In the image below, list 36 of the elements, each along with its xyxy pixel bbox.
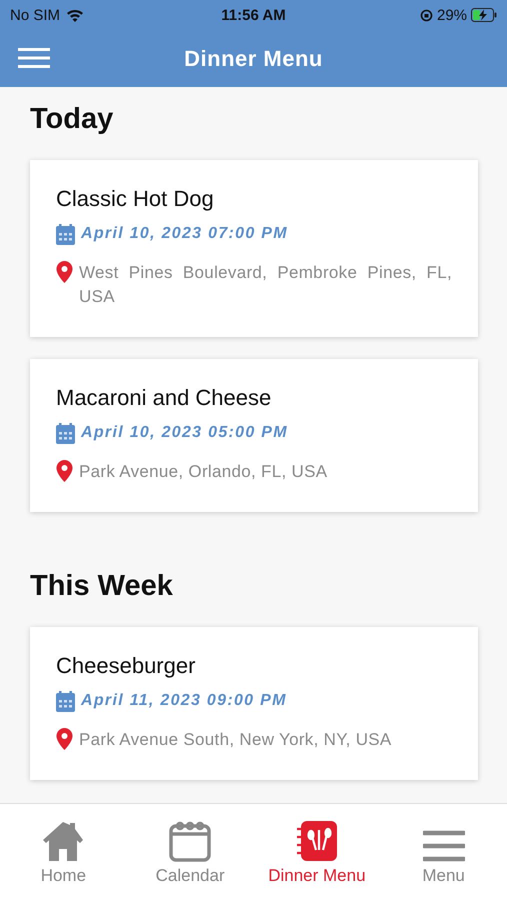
meal-card[interactable]: Macaroni and Cheese April 10, 2023 05:00 PM Park Avenue, Orlando, FL, USA (30, 359, 478, 512)
menu-icon (422, 830, 465, 862)
calendar-icon (56, 691, 75, 712)
meal-card[interactable]: Cheeseburger April 11, 2023 09:00 PM Park Avenue South, New York, NY, USA (30, 627, 478, 780)
meal-datetime: April 10, 2023 05:00 PM (81, 423, 288, 443)
page-title: Dinner Menu (184, 46, 323, 72)
meal-location: Park Avenue, Orlando, FL, USA (79, 461, 328, 483)
tab-button[interactable]: Home (0, 820, 126, 886)
meal-name: Macaroni and Cheese (56, 385, 272, 411)
wifi-icon (66, 8, 84, 22)
menu-icon[interactable] (18, 48, 50, 68)
section-heading: Today (30, 103, 114, 136)
meal-name: Cheeseburger (56, 653, 196, 679)
calendar-icon (169, 820, 212, 862)
location-pin-icon (56, 460, 73, 482)
location-pin-icon (56, 728, 73, 750)
clock-time: 11:56 AM (221, 6, 286, 24)
location-pin-icon (56, 261, 73, 283)
meal-name: Classic Hot Dog (56, 186, 215, 212)
carrier-label: No SIM (10, 6, 60, 24)
battery-charging-icon (471, 8, 498, 22)
section-heading: This Week (30, 570, 174, 603)
calendar-icon (56, 423, 75, 444)
meal-card[interactable]: Classic Hot Dog April 10, 2023 07:00 PM West Pines Boulevard, Pembroke Pines, FL, USA (30, 160, 478, 337)
calendar-icon (56, 224, 75, 245)
orientation-lock-icon (420, 8, 433, 22)
tab-button[interactable]: Calendar (127, 820, 254, 886)
home-icon (41, 820, 86, 862)
meal-location: West Pines Boulevard, Pembroke Pines, FL, USA (79, 262, 452, 308)
meal-location: Park Avenue South, New York, NY, USA (79, 729, 393, 751)
battery-percent: 29% (436, 6, 468, 24)
meal-datetime: April 10, 2023 07:00 PM (81, 224, 288, 244)
meal-datetime: April 11, 2023 09:00 PM (81, 691, 287, 711)
tab-button[interactable]: Menu (380, 820, 507, 886)
cookbook-icon (296, 820, 337, 862)
tab-button[interactable]: Dinner Menu (254, 820, 380, 886)
